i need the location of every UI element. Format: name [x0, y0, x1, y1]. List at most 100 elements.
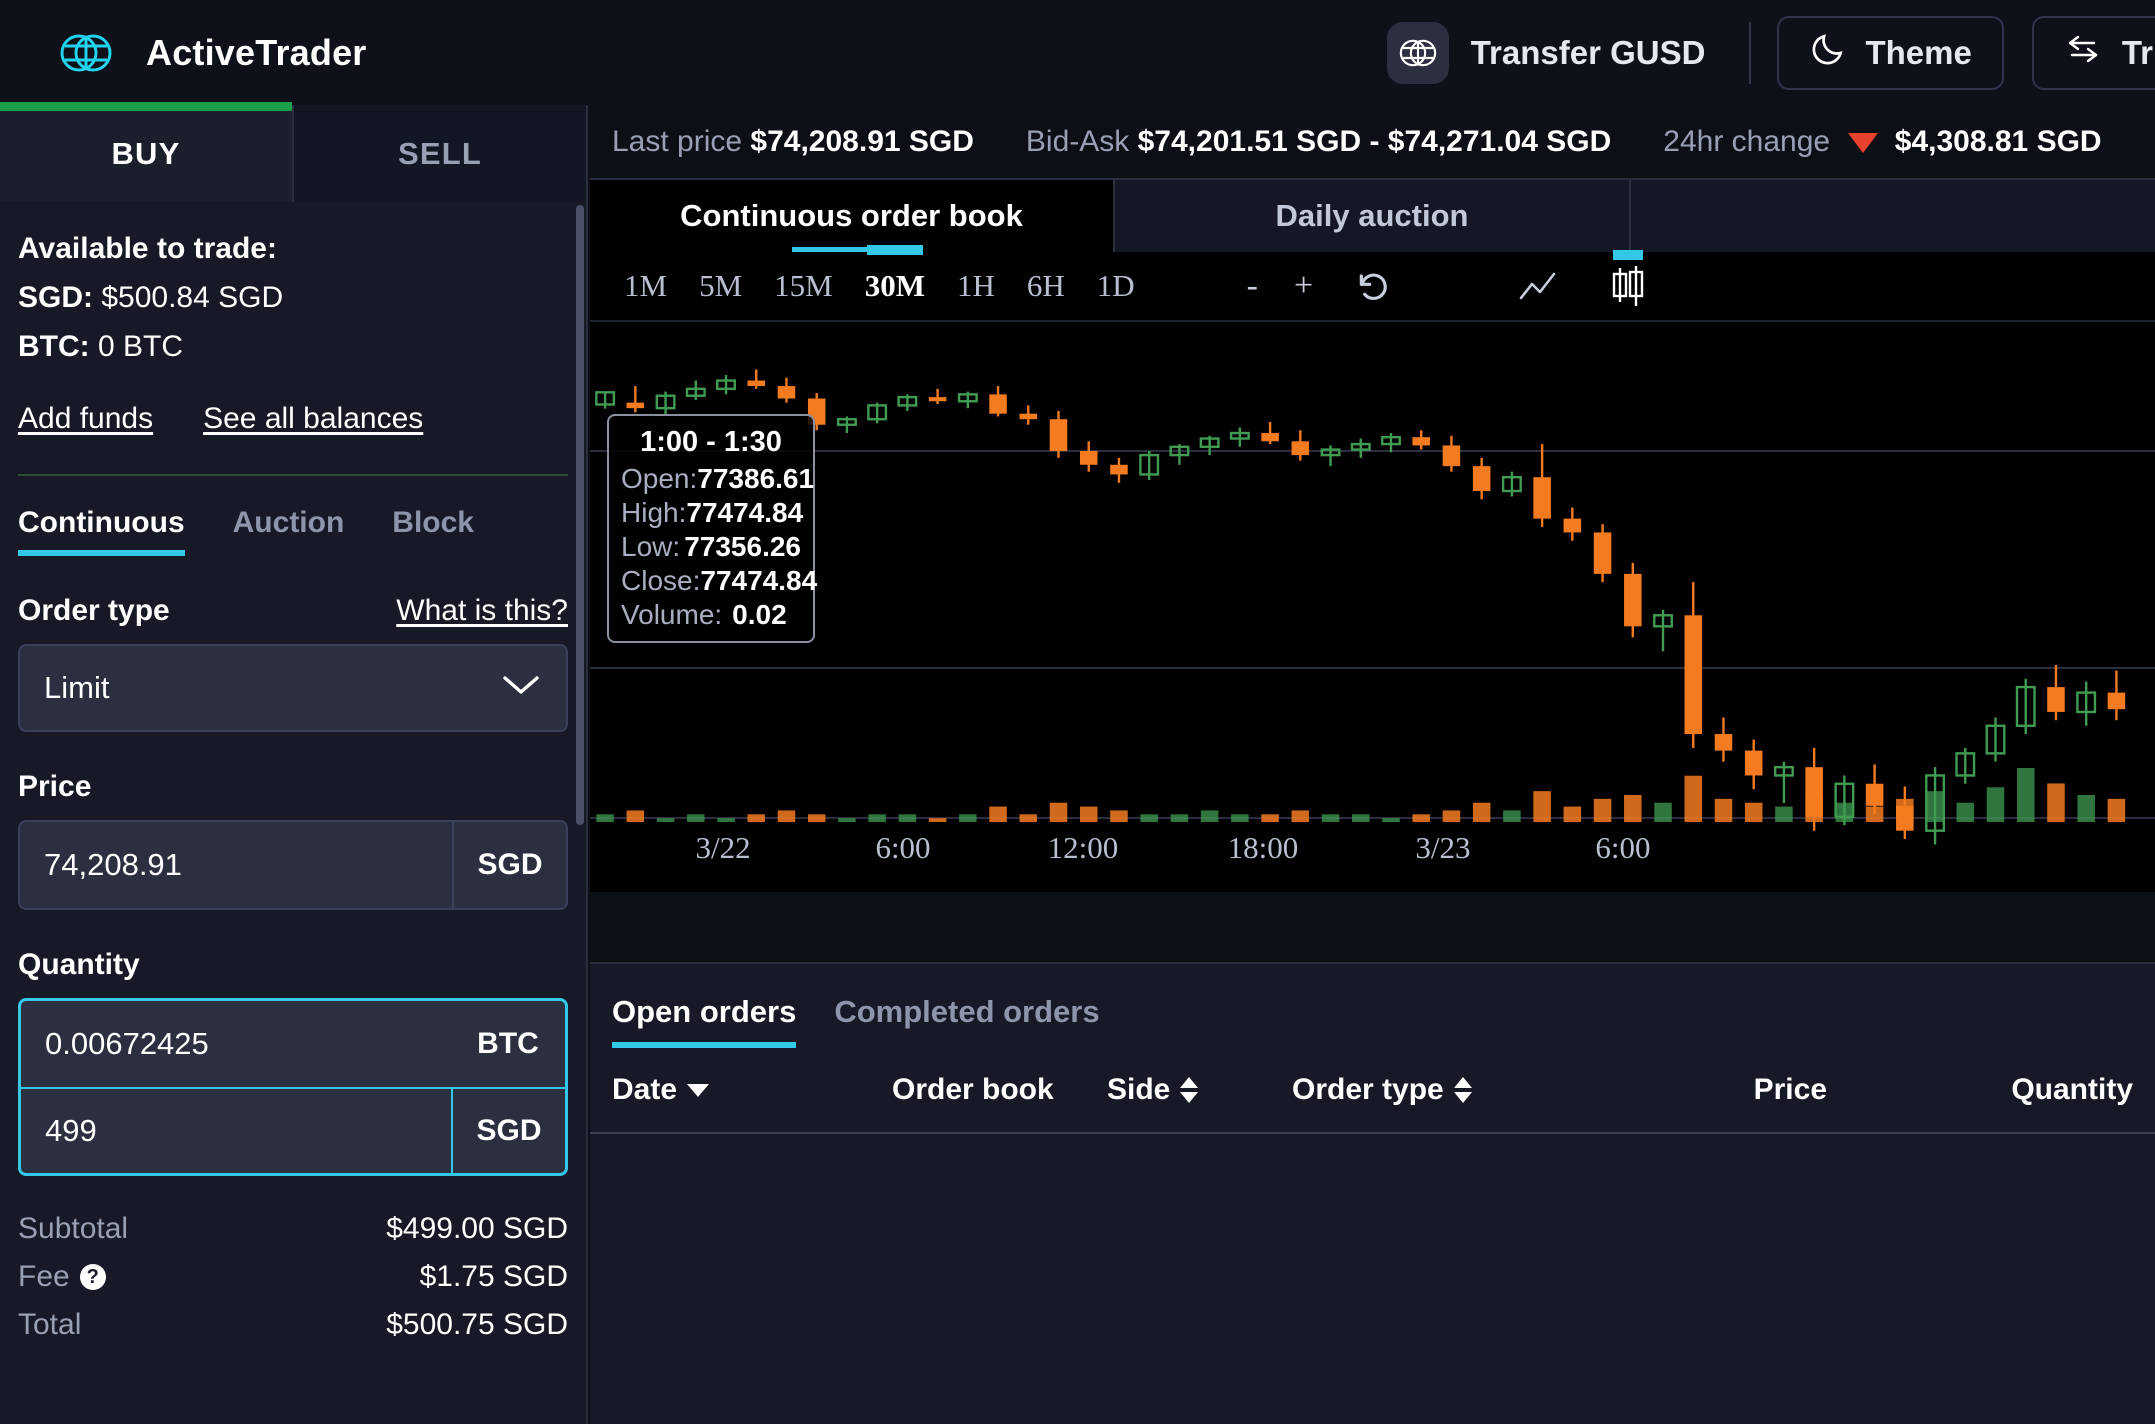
tab-block[interactable]: Block: [392, 506, 474, 556]
column-price[interactable]: Price: [1612, 1073, 1827, 1107]
tab-continuous-label: Continuous: [18, 506, 185, 539]
order-type-label: Order type: [18, 594, 170, 628]
sort-both-icon: [1454, 1077, 1472, 1103]
tab-continuous-order-book-label: Continuous order book: [680, 198, 1023, 234]
orders-panel: Open orders Completed orders Date Order …: [590, 962, 2155, 1424]
tab-auction[interactable]: Auction: [233, 506, 345, 556]
tab-completed-orders[interactable]: Completed orders: [834, 994, 1099, 1048]
price-input[interactable]: 74,208.91: [20, 822, 452, 908]
order-type-value: Limit: [44, 670, 109, 706]
candlestick-chart-icon[interactable]: [1583, 264, 1673, 308]
price-input-group: 74,208.91 SGD: [18, 820, 568, 910]
timeframe-1h[interactable]: 1H: [941, 251, 1011, 321]
transfer-gusd-button[interactable]: Transfer GUSD: [1369, 17, 1724, 89]
column-quantity[interactable]: Quantity: [1827, 1073, 2133, 1107]
fee-value: $1.75 SGD: [420, 1260, 568, 1294]
bid-ask: Bid-Ask $74,201.51 SGD - $74,271.04 SGD: [1026, 125, 1611, 159]
available-to-trade-title: Available to trade:: [18, 232, 568, 266]
balance-row-sgd: SGD: $500.84 SGD: [18, 281, 568, 315]
tab-continuous-order-book[interactable]: Continuous order book: [590, 180, 1113, 252]
timeframe-5m[interactable]: 5M: [683, 251, 758, 321]
column-side[interactable]: Side: [1107, 1073, 1292, 1107]
total-label: Total: [18, 1308, 81, 1342]
tooltip-high-key: High:: [621, 498, 686, 527]
tooltip-low-row: Low: 77356.26: [621, 532, 801, 561]
transfer-button[interactable]: Tr: [2032, 16, 2155, 90]
order-type-select[interactable]: Limit: [18, 644, 568, 732]
timeframe-15m[interactable]: 15M: [758, 251, 849, 321]
see-all-balances-link[interactable]: See all balances: [203, 402, 423, 436]
bid-ask-label: Bid-Ask: [1026, 125, 1129, 158]
tab-open-orders-label: Open orders: [612, 994, 796, 1029]
x-axis-tick: 3/22: [695, 830, 750, 866]
candle-tooltip: 1:00 - 1:30 Open: 77386.61 High: 77474.8…: [607, 414, 815, 643]
orders-table-header: Date Order book Side Order type Price Qu…: [590, 1048, 2155, 1134]
column-price-label: Price: [1754, 1073, 1827, 1107]
what-is-this-link[interactable]: What is this?: [396, 594, 568, 628]
tab-buy[interactable]: BUY: [0, 105, 292, 202]
zoom-out-button[interactable]: -: [1229, 251, 1276, 321]
quantity-btc-input[interactable]: 0.00672425: [21, 1001, 451, 1087]
balance-label-sgd: SGD:: [18, 281, 93, 314]
timeframe-6h[interactable]: 6H: [1011, 251, 1081, 321]
column-order-type[interactable]: Order type: [1292, 1073, 1612, 1107]
theme-label: Theme: [1865, 34, 1971, 72]
quantity-input-group: 0.00672425 BTC 499 SGD: [18, 998, 568, 1176]
x-axis-tick: 18:00: [1228, 830, 1299, 866]
last-price-label: Last price: [612, 125, 742, 158]
sidebar-scrollbar[interactable]: [576, 205, 584, 1415]
balance-row-btc: BTC: 0 BTC: [18, 330, 568, 364]
zoom-in-button[interactable]: +: [1276, 251, 1331, 321]
subtotal-row: Subtotal $499.00 SGD: [18, 1212, 568, 1246]
order-totals: Subtotal $499.00 SGD Fee ? $1.75 SGD Tot…: [18, 1212, 568, 1342]
tooltip-open-row: Open: 77386.61: [621, 464, 801, 493]
x-axis-tick: 3/23: [1415, 830, 1470, 866]
add-funds-link[interactable]: Add funds: [18, 402, 153, 436]
candlestick-plot[interactable]: 1:00 - 1:30 Open: 77386.61 High: 77474.8…: [590, 322, 2155, 892]
tab-daily-auction[interactable]: Daily auction: [1113, 180, 1631, 252]
undo-arrow-icon[interactable]: [1331, 266, 1415, 306]
change-value: $4,308.81 SGD: [1895, 125, 2102, 158]
sort-both-icon: [1180, 1077, 1198, 1103]
help-icon[interactable]: ?: [80, 1264, 106, 1290]
theme-button[interactable]: Theme: [1777, 16, 2003, 90]
tab-open-orders[interactable]: Open orders: [612, 994, 796, 1048]
tab-continuous[interactable]: Continuous: [18, 506, 185, 556]
tooltip-title: 1:00 - 1:30: [621, 426, 801, 459]
quantity-sgd-currency: SGD: [451, 1089, 565, 1173]
price-row: 74,208.91 SGD: [20, 822, 566, 908]
timeframe-1d[interactable]: 1D: [1081, 251, 1151, 321]
column-order-book[interactable]: Order book: [892, 1073, 1107, 1107]
column-date[interactable]: Date: [612, 1073, 892, 1107]
column-order-type-label: Order type: [1292, 1073, 1444, 1107]
total-row: Total $500.75 SGD: [18, 1308, 568, 1342]
tooltip-volume-value: 0.02: [732, 600, 787, 629]
order-book-tabs: Continuous order book Daily auction: [590, 180, 2155, 252]
tooltip-open-key: Open:: [621, 464, 697, 493]
tab-sell[interactable]: SELL: [292, 105, 586, 202]
tab-auction-label: Auction: [233, 506, 345, 539]
timeframe-1m[interactable]: 1M: [608, 251, 683, 321]
line-chart-icon[interactable]: [1493, 266, 1583, 306]
bid-ask-value: $74,201.51 SGD - $74,271.04 SGD: [1138, 125, 1612, 158]
scrollbar-thumb[interactable]: [576, 205, 584, 825]
order-mode-tabs: Continuous Auction Block: [18, 506, 568, 556]
gemini-logo-icon: [1387, 22, 1449, 84]
quantity-sgd-input[interactable]: 499: [21, 1089, 451, 1173]
timeframe-30m[interactable]: 30M: [849, 251, 941, 321]
gemini-logo-icon[interactable]: [58, 25, 114, 81]
orders-tabs: Open orders Completed orders: [590, 964, 2155, 1048]
toolbar-divider: [1749, 22, 1751, 84]
price-label: Price: [18, 770, 568, 804]
tooltip-open-value: 77386.61: [697, 464, 814, 493]
tooltip-close-row: Close: 77474.84: [621, 566, 801, 595]
quantity-btc-currency: BTC: [451, 1001, 565, 1087]
x-axis-tick: 6:00: [1595, 830, 1650, 866]
down-triangle-icon: [1848, 133, 1878, 153]
order-type-header: Order type What is this?: [18, 594, 568, 628]
tab-spacer: [1631, 180, 2155, 252]
transfer-label: Tr: [2122, 34, 2153, 72]
balance-links: Add funds See all balances: [18, 402, 568, 436]
balance-value-sgd: $500.84 SGD: [101, 281, 283, 314]
quantity-btc-row: 0.00672425 BTC: [21, 1001, 565, 1087]
